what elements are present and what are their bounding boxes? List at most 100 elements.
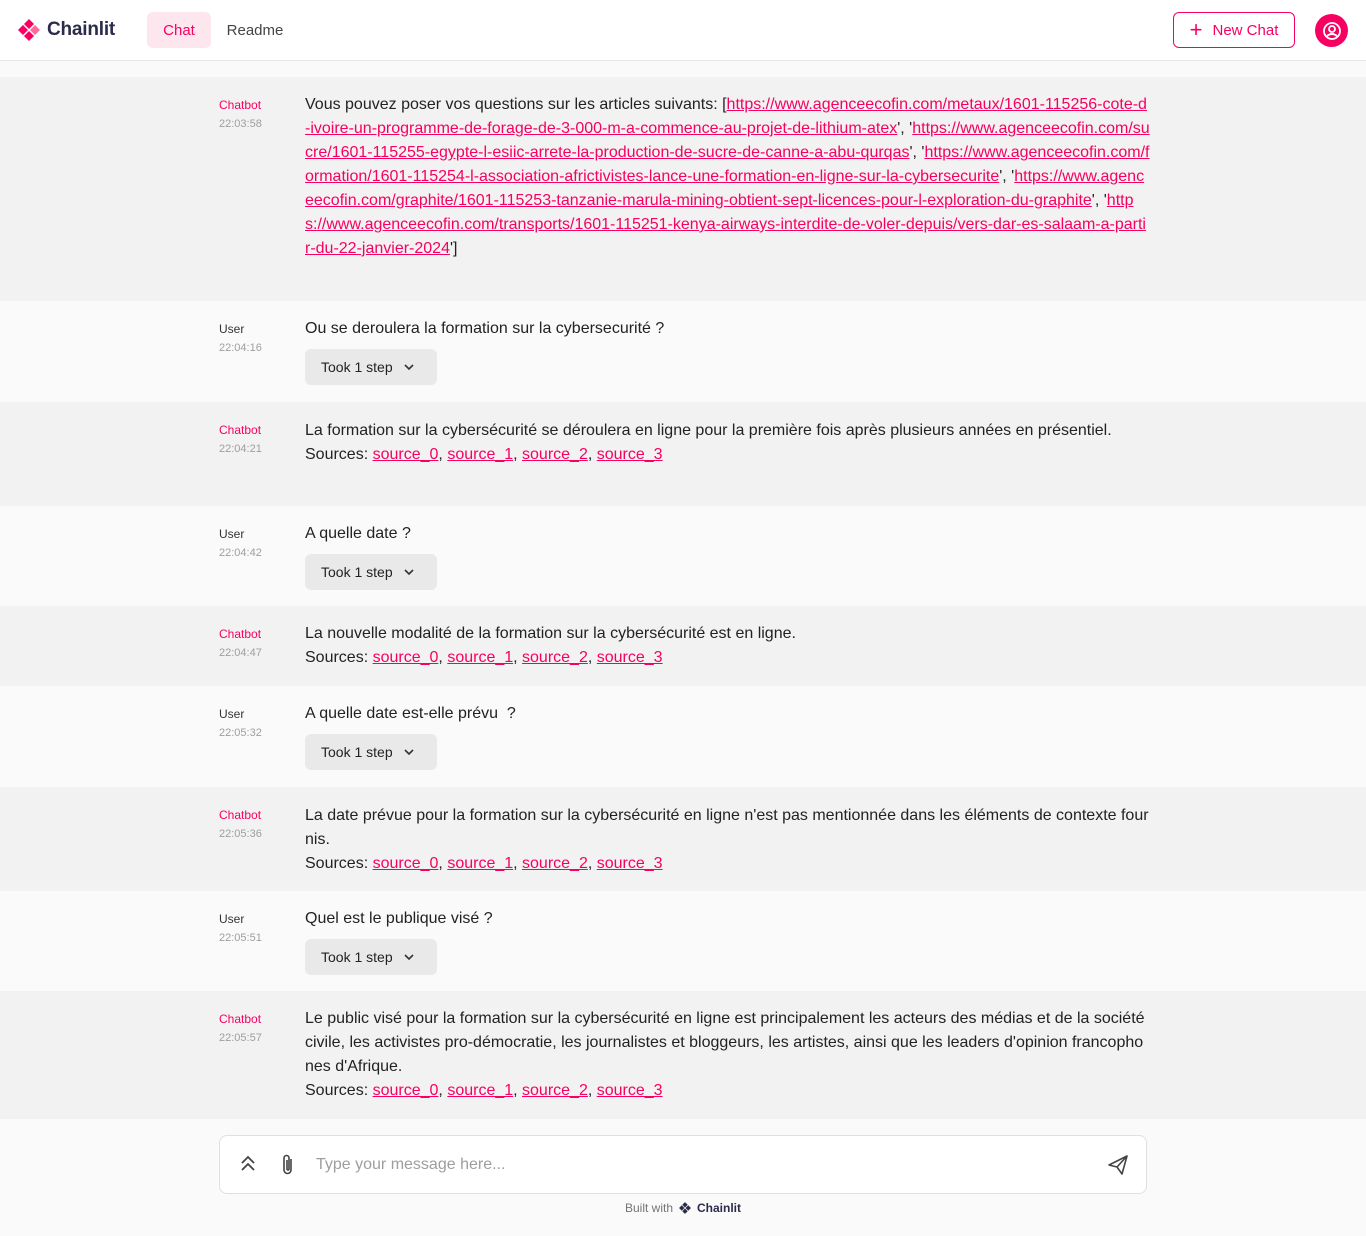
source-link[interactable]: source_3 xyxy=(597,649,663,666)
message-content: La nouvelle modalité de la formation sur… xyxy=(305,622,1150,670)
message-text: Le public visé pour la formation sur la … xyxy=(305,1010,1145,1075)
message-author: Chatbot xyxy=(219,423,262,437)
source-link[interactable]: source_0 xyxy=(373,855,439,872)
sources-line: Sources: source_0, source_1, source_2, s… xyxy=(305,1082,663,1099)
settings-button[interactable] xyxy=(240,1153,256,1180)
message-bot: Chatbot 22:04:47 La nouvelle modalité de… xyxy=(0,606,1366,686)
source-link[interactable]: source_1 xyxy=(447,446,513,463)
double-chevron-up-icon xyxy=(241,1155,255,1171)
source-link[interactable]: source_0 xyxy=(373,446,439,463)
message-author: User xyxy=(219,527,245,541)
message-time: 22:04:47 xyxy=(219,647,262,659)
paperclip-icon xyxy=(283,1154,292,1175)
source-link[interactable]: source_3 xyxy=(597,446,663,463)
message-content: La formation sur la cybersécurité se dér… xyxy=(305,419,1150,467)
plus-icon: + xyxy=(1189,17,1203,42)
app-logo-text: Chainlit xyxy=(47,19,116,40)
message-time: 22:05:32 xyxy=(219,727,262,739)
message-time: 22:03:58 xyxy=(219,118,262,130)
message-composer xyxy=(219,1135,1147,1194)
message-author: Chatbot xyxy=(219,808,262,822)
new-chat-button[interactable]: + New Chat xyxy=(1173,12,1295,48)
message-text: La date prévue pour la formation sur la … xyxy=(305,807,1149,848)
attach-button[interactable] xyxy=(280,1153,296,1182)
message-content: La date prévue pour la formation sur la … xyxy=(305,804,1150,876)
source-link[interactable]: source_3 xyxy=(597,1082,663,1099)
source-link[interactable]: source_1 xyxy=(447,855,513,872)
chevron-down-icon xyxy=(404,749,414,756)
sources-line: Sources: source_0, source_1, source_2, s… xyxy=(305,855,663,872)
tab-chat[interactable]: Chat xyxy=(147,12,211,48)
message-text: Quel est le publique visé ? xyxy=(305,910,493,927)
sources-label: Sources: xyxy=(305,446,369,463)
message-time: 22:05:36 xyxy=(219,828,262,840)
sources-label: Sources: xyxy=(305,1082,369,1099)
message-time: 22:05:57 xyxy=(219,1032,262,1044)
message-author: User xyxy=(219,707,245,721)
source-link[interactable]: source_2 xyxy=(522,446,588,463)
message-text: A quelle date est-elle prévu ? xyxy=(305,705,516,722)
message-text-end: ] xyxy=(453,240,458,257)
step-label: Took 1 step xyxy=(321,744,393,760)
chainlit-logo-icon xyxy=(679,1202,691,1214)
message-author: User xyxy=(219,912,245,926)
message-time: 22:04:21 xyxy=(219,443,262,455)
took-step-toggle[interactable]: Took 1 step xyxy=(305,939,437,975)
message-user: User 22:04:42 A quelle date ? Took 1 ste… xyxy=(0,506,1366,606)
message-user: User 22:05:32 A quelle date est-elle pré… xyxy=(0,686,1366,787)
message-bot: Chatbot 22:03:58 Vous pouvez poser vos q… xyxy=(0,77,1366,301)
message-time: 22:04:16 xyxy=(219,342,262,354)
message-text: Vous pouvez poser vos questions sur les … xyxy=(305,96,727,113)
message-time: 22:05:51 xyxy=(219,932,262,944)
source-link[interactable]: source_0 xyxy=(373,649,439,666)
built-with-label: Built with xyxy=(624,1201,674,1215)
took-step-toggle[interactable]: Took 1 step xyxy=(305,734,437,770)
source-link[interactable]: source_2 xyxy=(522,649,588,666)
message-user: User 22:04:16 Ou se deroulera la formati… xyxy=(0,301,1366,402)
app-logo[interactable]: Chainlit xyxy=(16,16,115,44)
footer-brand[interactable]: Chainlit xyxy=(697,1201,741,1215)
message-user: User 22:05:51 Quel est le publique visé … xyxy=(0,891,1366,991)
message-text: A quelle date ? xyxy=(305,525,411,542)
step-label: Took 1 step xyxy=(321,564,393,580)
chevron-down-icon xyxy=(404,364,414,371)
chainlit-logo-icon xyxy=(18,19,40,41)
message-bot: Chatbot 22:04:21 La formation sur la cyb… xyxy=(0,402,1366,506)
message-bot: Chatbot 22:05:36 La date prévue pour la … xyxy=(0,787,1366,891)
message-input[interactable] xyxy=(316,1150,1076,1180)
user-avatar-icon xyxy=(1322,21,1341,40)
sources-line: Sources: source_0, source_1, source_2, s… xyxy=(305,446,663,463)
message-content: Vous pouvez poser vos questions sur les … xyxy=(305,96,1150,257)
message-content: Le public visé pour la formation sur la … xyxy=(305,1007,1150,1103)
message-text: Ou se deroulera la formation sur la cybe… xyxy=(305,320,665,337)
source-link[interactable]: source_1 xyxy=(447,649,513,666)
tab-readme[interactable]: Readme xyxy=(216,12,294,48)
sources-label: Sources: xyxy=(305,855,369,872)
source-link[interactable]: source_3 xyxy=(597,855,663,872)
took-step-toggle[interactable]: Took 1 step xyxy=(305,554,437,590)
source-link[interactable]: source_0 xyxy=(373,1082,439,1099)
chevron-down-icon xyxy=(404,954,414,961)
sources-line: Sources: source_0, source_1, source_2, s… xyxy=(305,649,663,666)
new-chat-label: New Chat xyxy=(1212,21,1279,39)
message-author: Chatbot xyxy=(219,627,262,641)
message-list: Chatbot 22:03:58 Vous pouvez poser vos q… xyxy=(0,77,1366,1119)
step-label: Took 1 step xyxy=(321,359,393,375)
step-label: Took 1 step xyxy=(321,949,393,965)
message-author: Chatbot xyxy=(219,98,262,112)
send-button[interactable] xyxy=(1107,1154,1129,1181)
chevron-down-icon xyxy=(404,569,414,576)
source-link[interactable]: source_1 xyxy=(447,1082,513,1099)
app-header: Chainlit Chat Readme + New Chat xyxy=(0,0,1366,61)
sources-label: Sources: xyxy=(305,649,369,666)
message-author: User xyxy=(219,322,245,336)
send-icon xyxy=(1108,1155,1128,1175)
source-link[interactable]: source_2 xyxy=(522,855,588,872)
took-step-toggle[interactable]: Took 1 step xyxy=(305,349,437,385)
message-bot: Chatbot 22:05:57 Le public visé pour la … xyxy=(0,991,1366,1119)
source-link[interactable]: source_2 xyxy=(522,1082,588,1099)
message-time: 22:04:42 xyxy=(219,547,262,559)
message-author: Chatbot xyxy=(219,1012,262,1026)
user-avatar-button[interactable] xyxy=(1315,14,1348,47)
message-text: La formation sur la cybersécurité se dér… xyxy=(305,422,1112,439)
